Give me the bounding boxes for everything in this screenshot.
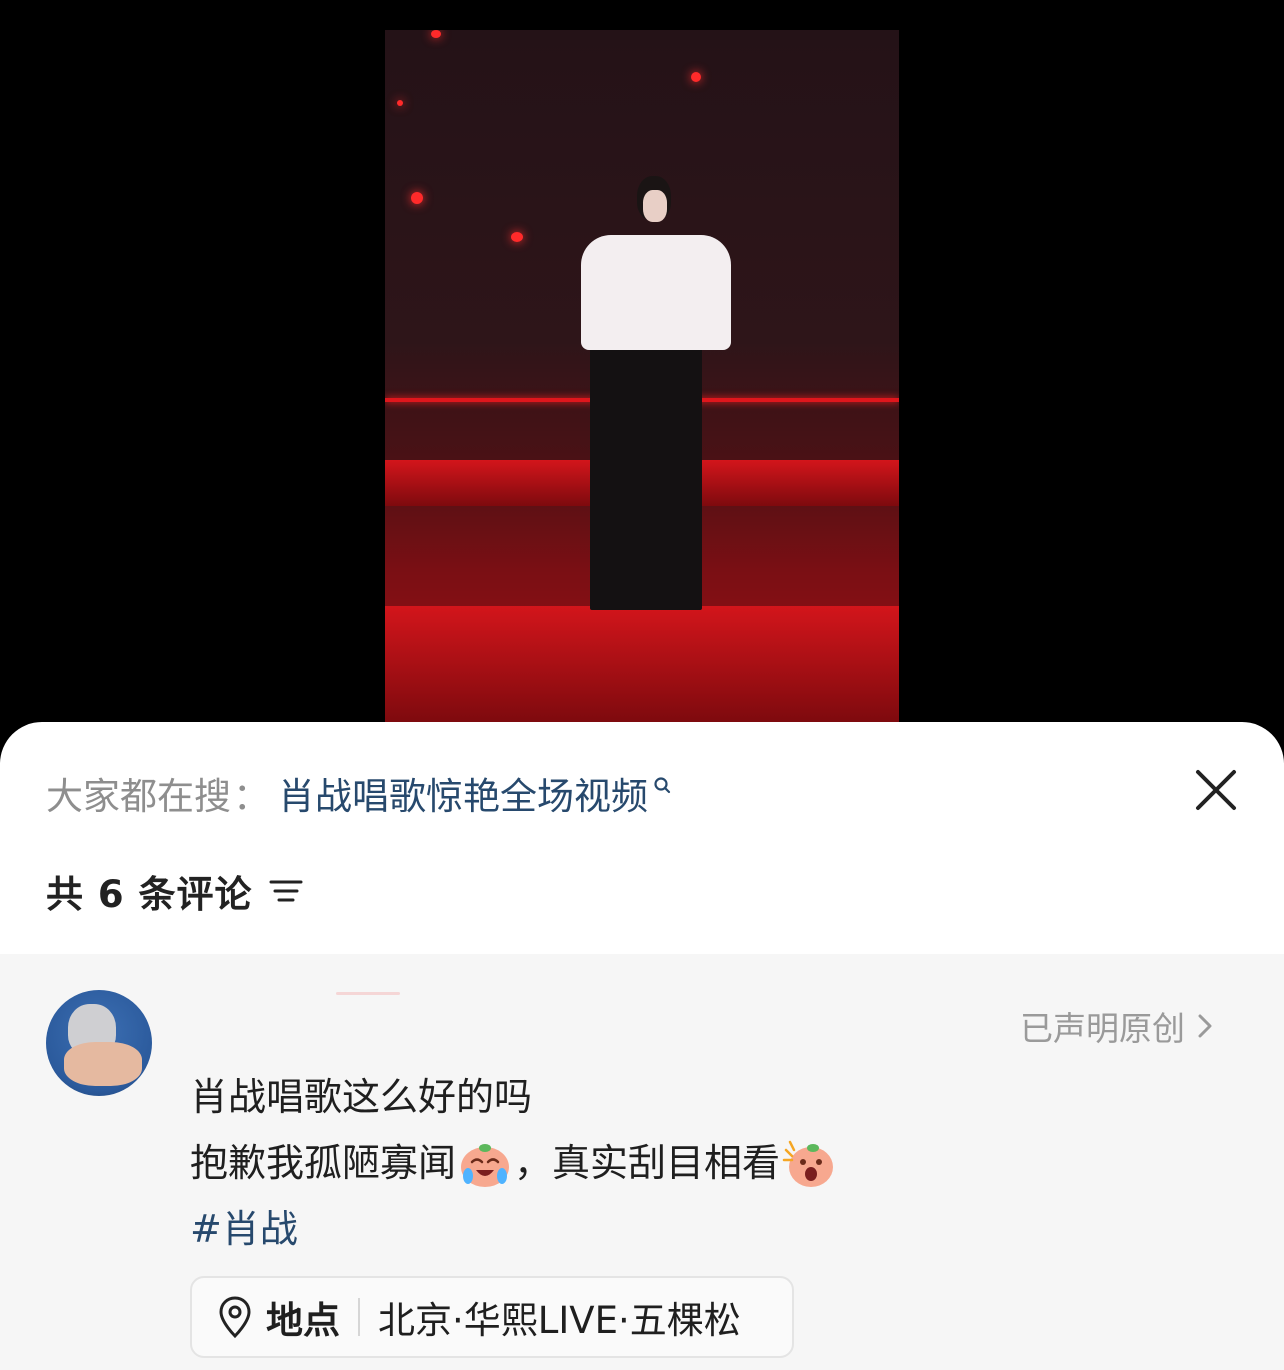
crying-laughing-peach-emoji-icon (461, 1144, 510, 1187)
location-pin-icon (219, 1296, 251, 1339)
search-prefix: 大家都在搜 (46, 775, 231, 818)
concert-video-frame[interactable] (385, 30, 899, 722)
comment-line-2-text-a: 抱歉我孤陋寡闻 (190, 1141, 457, 1185)
location-label: 地点 (266, 1299, 340, 1342)
original-badge-label: 已声明原创 (1020, 1009, 1185, 1048)
comment-line-3: #肖战 (190, 1196, 838, 1262)
avatar[interactable] (46, 990, 152, 1096)
hashtag-link[interactable]: #肖战 (190, 1196, 298, 1262)
comment-line-2: 抱歉我孤陋寡闻 ，真实刮目相看 (190, 1130, 838, 1196)
stage-light (397, 100, 403, 106)
comment-text: 肖战唱歌这么好的吗 抱歉我孤陋寡闻 ，真实刮目相看 #肖战 (190, 1064, 838, 1262)
stage-light (411, 192, 423, 204)
close-icon[interactable] (1192, 766, 1240, 814)
stage-light (511, 232, 523, 242)
performer-shirt (581, 235, 731, 350)
comment-sheet: 大家都在搜： 肖战唱歌惊艳全场视频 共 6 条评论 已声明原创 肖战唱歌这么好的吗… (0, 722, 1284, 1370)
trending-search[interactable]: 大家都在搜： 肖战唱歌惊艳全场视频 (46, 774, 672, 820)
search-term-link[interactable]: 肖战唱歌惊艳全场视频 (278, 775, 648, 818)
stage-step (385, 606, 899, 722)
performer-face (643, 190, 667, 222)
comment-item: 已声明原创 肖战唱歌这么好的吗 抱歉我孤陋寡闻 ，真实刮目相看 #肖战 地点 北… (0, 954, 1284, 1370)
comment-count: 共 6 条评论 (46, 873, 253, 916)
search-icon (654, 777, 671, 794)
location-divider (358, 1298, 360, 1336)
stage-light (431, 30, 441, 38)
location-value: 北京·华熙LIVE·五棵松 (378, 1299, 741, 1342)
performer (590, 335, 702, 610)
username-placeholder (336, 992, 400, 995)
stage-light (691, 72, 701, 82)
original-declared-badge[interactable]: 已声明原创 (1020, 1002, 1215, 1050)
comments-header: 共 6 条评论 (46, 864, 303, 918)
shocked-peach-emoji-icon (782, 1140, 834, 1187)
location-chip[interactable]: 地点 北京·华熙LIVE·五棵松 (190, 1276, 794, 1358)
chevron-right-icon (1198, 1014, 1212, 1038)
video-player[interactable] (0, 0, 1284, 740)
comment-line-1-text: 肖战唱歌这么好的吗 (190, 1075, 533, 1119)
search-separator: ： (233, 775, 270, 818)
comment-line-2-text-b: ，真实刮目相看 (514, 1141, 781, 1185)
comment-line-1: 肖战唱歌这么好的吗 (190, 1064, 838, 1130)
filter-icon[interactable] (269, 877, 303, 905)
avatar-hands (64, 1042, 142, 1086)
